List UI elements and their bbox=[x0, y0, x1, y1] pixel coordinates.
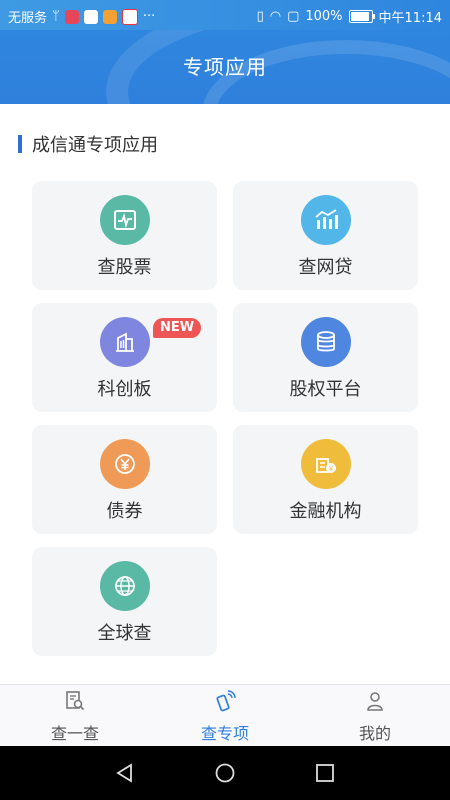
wifi-icon: ◠ bbox=[269, 9, 282, 24]
globe-icon bbox=[99, 561, 150, 611]
recents-icon[interactable] bbox=[314, 762, 336, 784]
card-global-search[interactable]: 全球查 bbox=[32, 547, 217, 656]
phone-signal-icon bbox=[216, 690, 236, 712]
card-label: 金融机构 bbox=[289, 501, 362, 522]
map-notification-icon bbox=[83, 9, 98, 24]
building-icon bbox=[99, 317, 150, 367]
tab-search[interactable]: 查一查 bbox=[0, 685, 150, 747]
card-label: 全球查 bbox=[97, 623, 152, 644]
battery-icon bbox=[348, 10, 375, 23]
card-label: 股权平台 bbox=[289, 379, 362, 400]
stock-chart-icon bbox=[99, 195, 150, 245]
page-title: 专项应用 bbox=[183, 55, 267, 79]
back-icon[interactable] bbox=[114, 762, 136, 784]
card-label: 查股票 bbox=[97, 257, 152, 278]
usb-icon: ᛘ bbox=[52, 9, 60, 24]
section-title-text: 成信通专项应用 bbox=[32, 135, 158, 156]
news-notification-icon bbox=[121, 8, 138, 25]
video-notification-icon bbox=[102, 9, 117, 24]
card-p2p-loan[interactable]: 查网贷 bbox=[233, 181, 418, 290]
card-label: 查网贷 bbox=[298, 257, 353, 278]
app-notification-icon bbox=[64, 9, 79, 24]
system-nav-bar bbox=[0, 746, 450, 800]
search-doc-icon bbox=[66, 691, 85, 711]
tab-mine[interactable]: 我的 bbox=[300, 685, 450, 747]
svg-text:¥: ¥ bbox=[328, 465, 333, 473]
card-bonds[interactable]: 债券 bbox=[32, 425, 217, 534]
card-label: 债券 bbox=[106, 501, 143, 522]
more-notifications-icon: ··· bbox=[142, 9, 156, 24]
sim-icon: ▢ bbox=[287, 9, 300, 24]
tab-label: 查一查 bbox=[50, 724, 99, 743]
card-label: 科创板 bbox=[97, 379, 152, 400]
clock: 中午11:14 bbox=[378, 11, 442, 26]
vibrate-icon: ▯ bbox=[256, 9, 264, 24]
app-grid: 查股票 查网贷 科创板 NEW 股权平台 债券 ¥ 金融机构 全球查 bbox=[32, 181, 418, 656]
card-financial-institutions[interactable]: ¥ 金融机构 bbox=[233, 425, 418, 534]
user-icon bbox=[367, 692, 383, 711]
tab-special[interactable]: 查专项 bbox=[150, 685, 300, 747]
finance-institution-icon: ¥ bbox=[300, 439, 351, 489]
carrier-text: 无服务 bbox=[8, 11, 48, 26]
tab-label: 查专项 bbox=[200, 724, 249, 743]
tab-label: 我的 bbox=[358, 724, 391, 743]
bar-chart-icon bbox=[300, 195, 351, 245]
status-bar: 无服务 ᛘ ··· ▯ ◠ ▢ 100% 中午11:14 bbox=[0, 0, 450, 30]
card-stock[interactable]: 查股票 bbox=[32, 181, 217, 290]
card-equity-platform[interactable]: 股权平台 bbox=[233, 303, 418, 412]
database-stack-icon bbox=[300, 317, 351, 367]
yuan-coin-icon bbox=[99, 439, 150, 489]
battery-percent: 100% bbox=[305, 9, 343, 24]
app-header: 专项应用 bbox=[0, 30, 450, 104]
card-star-market[interactable]: 科创板 NEW bbox=[32, 303, 217, 412]
section-heading: 成信通专项应用 bbox=[18, 133, 158, 156]
new-badge: NEW bbox=[153, 318, 202, 338]
section-accent-bar bbox=[18, 135, 22, 153]
bottom-tab-bar: 查一查 查专项 我的 bbox=[0, 684, 450, 747]
home-icon[interactable] bbox=[214, 762, 236, 784]
